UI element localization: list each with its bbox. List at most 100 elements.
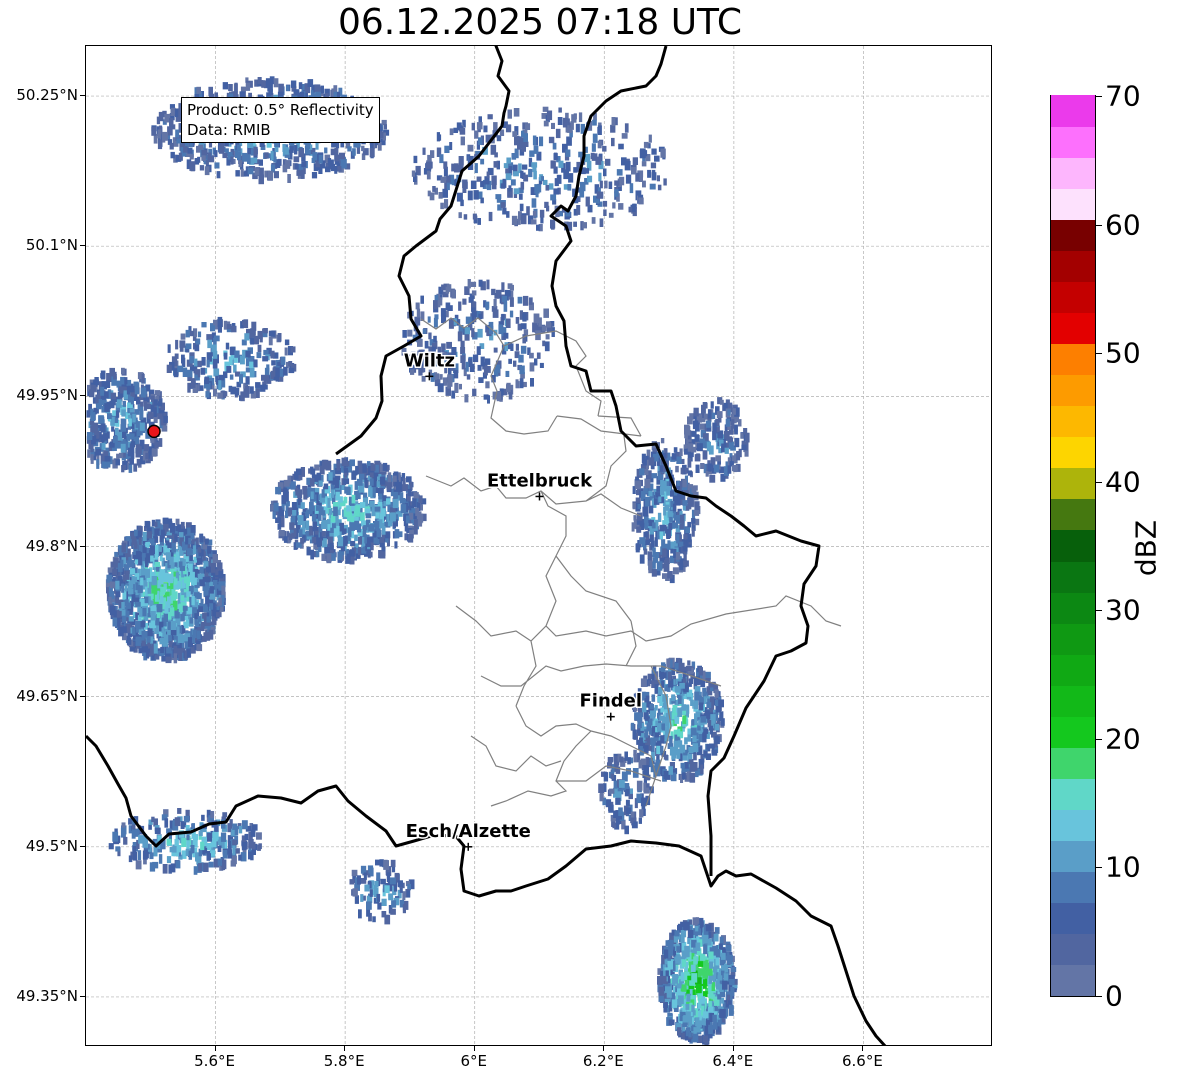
precip-pixel (690, 964, 696, 973)
precip-pixel (101, 461, 107, 469)
precip-pixel (212, 832, 218, 842)
precip-pixel (678, 695, 682, 705)
precip-pixel (121, 583, 125, 593)
precip-pixel (256, 832, 262, 840)
precip-pixel (277, 333, 282, 342)
precip-pixel (161, 627, 165, 633)
precip-pixel (144, 520, 150, 528)
precip-pixel (637, 718, 642, 729)
precip-pixel (196, 644, 203, 652)
precip-pixel (120, 424, 127, 432)
precip-pixel (656, 745, 661, 755)
precip-pixel (355, 465, 359, 475)
precip-pixel (283, 536, 288, 543)
precip-pixel (367, 537, 371, 547)
precipitation-layer (86, 76, 750, 1045)
precip-pixel (169, 142, 174, 150)
precip-pixel (331, 489, 335, 498)
precip-pixel (180, 613, 185, 622)
precip-pixel (368, 524, 375, 532)
precip-pixel (112, 616, 118, 627)
precip-pixel (306, 546, 311, 556)
precip-pixel (632, 502, 636, 510)
precip-pixel (118, 452, 124, 459)
precip-pixel (245, 376, 250, 385)
precip-pixel (692, 420, 699, 430)
precip-pixel (380, 131, 384, 139)
precip-pixel (716, 411, 723, 418)
precip-pixel (341, 457, 347, 467)
precip-pixel (312, 537, 317, 544)
precip-pixel (171, 589, 175, 597)
precip-pixel (101, 442, 106, 450)
precip-pixel (164, 818, 169, 828)
precip-pixel (722, 980, 728, 990)
precip-pixel (149, 544, 156, 554)
precip-pixel (692, 989, 696, 995)
precip-pixel (205, 391, 210, 398)
precip-pixel (373, 537, 378, 544)
precip-pixel (408, 534, 414, 543)
precip-pixel (682, 546, 688, 552)
precip-pixel (200, 841, 205, 851)
precip-pixel (230, 860, 236, 867)
precip-pixel (146, 403, 152, 409)
precip-pixel (675, 465, 679, 473)
precip-pixel (398, 531, 403, 538)
precip-pixel (238, 854, 242, 861)
precip-pixel (170, 863, 176, 873)
precip-pixel (384, 885, 390, 894)
precip-pixel (162, 517, 169, 524)
precip-pixel (175, 129, 180, 138)
precip-cell (270, 457, 427, 565)
precip-pixel (173, 653, 178, 664)
precip-pixel (727, 409, 731, 416)
precip-pixel (685, 527, 690, 533)
precip-pixel (709, 725, 713, 735)
precip-pixel (145, 452, 149, 460)
precip-pixel (175, 518, 180, 525)
precip-pixel (652, 522, 656, 529)
precip-pixel (663, 564, 669, 571)
precip-pixel (406, 890, 411, 898)
precip-pixel (684, 737, 688, 745)
precip-pixel (343, 536, 348, 546)
precip-pixel (86, 432, 93, 440)
precip-pixel (697, 679, 702, 685)
precip-pixel (317, 537, 321, 547)
precip-pixel (697, 1003, 701, 1009)
precip-pixel (218, 380, 222, 391)
precip-pixel (693, 407, 699, 417)
precip-pixel (699, 423, 705, 430)
precip-pixel (695, 917, 700, 924)
precip-pixel (169, 607, 175, 617)
precip-pixel (298, 148, 304, 158)
precip-pixel (129, 458, 134, 465)
precip-pixel (334, 165, 338, 174)
precip-pixel (122, 431, 127, 438)
precip-pixel (680, 514, 685, 524)
precip-pixel (143, 400, 148, 411)
precip-pixel (109, 605, 116, 616)
precip-pixel (663, 754, 668, 760)
precip-pixel (698, 968, 703, 976)
precip-pixel (698, 667, 703, 676)
precip-pixel (160, 646, 164, 654)
precip-pixel (247, 154, 251, 164)
precip-pixel (309, 478, 315, 487)
precip-pixel (712, 966, 718, 973)
precip-pixel (632, 729, 637, 740)
precip-pixel (135, 601, 141, 608)
precip-pixel (273, 502, 279, 512)
precip-pixel (149, 852, 154, 860)
precip-pixel (240, 391, 245, 402)
precip-pixel (230, 156, 234, 165)
precip-pixel (671, 999, 678, 1008)
precip-pixel (238, 160, 242, 168)
precip-pixel (155, 544, 159, 555)
precip-pixel (305, 520, 310, 531)
precip-pixel (381, 898, 387, 906)
precip-pixel (151, 448, 158, 457)
precip-pixel (284, 147, 289, 155)
precip-pixel (349, 551, 355, 557)
